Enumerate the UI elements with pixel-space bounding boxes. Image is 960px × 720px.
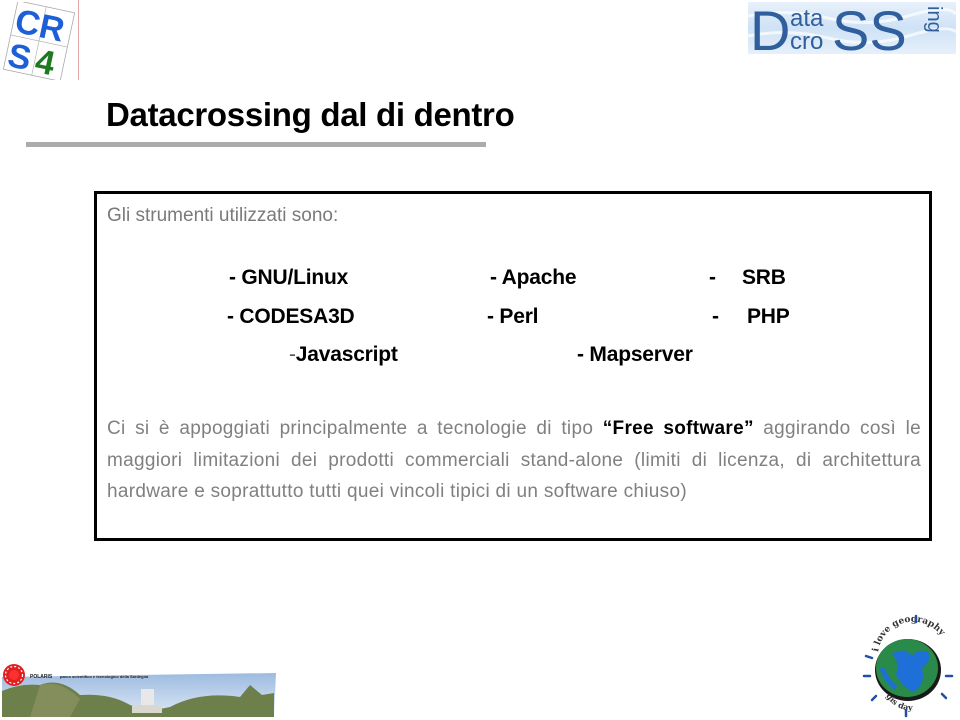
datacrossing-logo-ing: ing xyxy=(923,6,945,33)
tool-perl: - Perl xyxy=(487,305,539,328)
datacrossing-logo-cro: cro xyxy=(790,28,823,54)
tool-apache: - Apache xyxy=(490,266,577,289)
title-underline xyxy=(26,142,486,147)
polaris-name: POLARIS xyxy=(30,674,53,680)
tool-javascript-dash: - xyxy=(289,343,296,366)
tool-mapserver: - Mapserver xyxy=(577,343,693,366)
logo-divider-line xyxy=(78,0,79,80)
polaris-banner: POLARIS parco scientifico e tecnologico … xyxy=(2,664,276,717)
polaris-tagline: parco scientifico e tecnologico della Sa… xyxy=(60,674,149,679)
intro-text: Gli strumenti utilizzati sono: xyxy=(107,205,339,226)
tool-javascript-label: Javascript xyxy=(295,343,398,366)
tool-dash-php: - xyxy=(712,305,719,328)
datacrossing-logo-ss: SS xyxy=(832,2,907,54)
paragraph-text-before: Ci si è appoggiati principalmente a tecn… xyxy=(107,418,603,439)
tool-codesa3d: - CODESA3D xyxy=(227,305,355,328)
datacrossing-logo-d: D xyxy=(750,2,790,54)
paragraph-free-software: “Free software” xyxy=(602,418,754,439)
tool-php: PHP xyxy=(747,305,790,328)
description-paragraph: Ci si è appoggiati principalmente a tecn… xyxy=(107,413,921,508)
datacrossing-logo: D ata cro SS ing xyxy=(748,2,956,54)
gis-day-globe-logo: i love geography gis day xyxy=(862,615,954,718)
tool-srb: SRB xyxy=(742,266,786,289)
crs4-logo: CR S 4 xyxy=(2,2,76,80)
tool-dash-srb: - xyxy=(709,266,716,289)
slide-title: Datacrossing dal di dentro xyxy=(106,96,515,133)
tool-gnu-linux: - GNU/Linux xyxy=(229,266,349,289)
tool-javascript: -Javascript xyxy=(289,343,398,367)
